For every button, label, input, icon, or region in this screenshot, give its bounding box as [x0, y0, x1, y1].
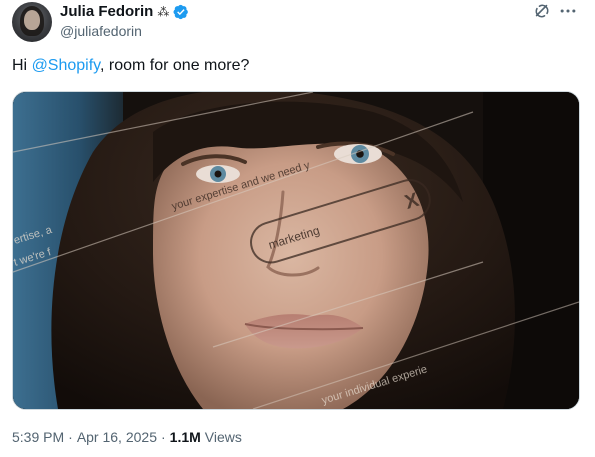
- tweet-date[interactable]: Apr 16, 2025: [77, 428, 157, 446]
- media-video[interactable]: X marketing your expertise and we need y…: [12, 91, 580, 410]
- grok-icon[interactable]: [533, 2, 551, 20]
- tweet-text: Hi @Shopify, room for one more?: [12, 56, 249, 76]
- tweet-meta: 5:39 PM · Apr 16, 2025 · 1.1M Views: [12, 428, 242, 446]
- meta-separator: ·: [160, 429, 166, 445]
- views-count: 1.1M: [169, 429, 201, 445]
- views-label: Views: [204, 429, 242, 445]
- avatar-face: [24, 10, 40, 30]
- mention-link[interactable]: @Shopify: [32, 57, 100, 74]
- video-frame: X marketing your expertise and we need y…: [13, 92, 579, 409]
- tweet-text-after: , room for one more?: [99, 57, 250, 74]
- meta-separator: ·: [68, 429, 73, 445]
- tweet-card: Julia Fedorin ⁂ @juliafedorin Hi @Shopif…: [0, 0, 595, 457]
- tweet-text-before: Hi: [12, 57, 32, 74]
- author-handle[interactable]: @juliafedorin: [60, 22, 142, 40]
- tweet-time[interactable]: 5:39 PM: [12, 428, 64, 446]
- verified-badge-icon[interactable]: [173, 4, 189, 20]
- author-avatar[interactable]: [12, 2, 52, 42]
- author-display-name[interactable]: Julia Fedorin: [60, 3, 153, 21]
- name-emoji: ⁂: [157, 5, 170, 19]
- author-name-row: Julia Fedorin ⁂: [60, 3, 189, 21]
- more-options-icon[interactable]: [559, 2, 577, 20]
